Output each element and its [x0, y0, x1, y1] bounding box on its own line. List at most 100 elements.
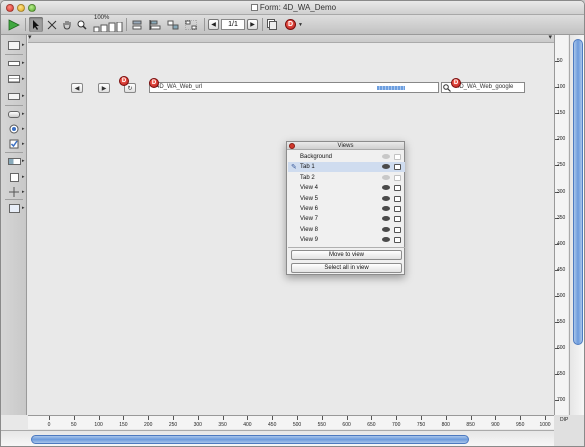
- hand-tool-button[interactable]: [60, 17, 73, 32]
- visibility-eye-icon[interactable]: [382, 154, 390, 159]
- ruler-label: 450: [557, 266, 566, 273]
- vertical-scrollbar[interactable]: [569, 35, 584, 415]
- vertical-scroll-thumb[interactable]: [573, 39, 583, 345]
- palette-field-arrow-icon[interactable]: ▸: [22, 60, 25, 66]
- lock-icon[interactable]: [394, 195, 401, 202]
- palette-button-arrow-icon[interactable]: ▸: [22, 111, 25, 117]
- next-page-button[interactable]: ▶: [247, 19, 258, 30]
- lock-icon[interactable]: [394, 216, 401, 223]
- palette-list-arrow-icon[interactable]: ▸: [22, 76, 25, 82]
- palette-text-arrow-icon[interactable]: ▸: [22, 42, 25, 48]
- view-row[interactable]: Background: [288, 152, 405, 162]
- view-row[interactable]: View 4: [288, 183, 405, 193]
- palette-field-tool[interactable]: [5, 57, 23, 69]
- ruler-label: 1000: [539, 422, 551, 428]
- palette-radio-tool[interactable]: [5, 123, 23, 135]
- group-button[interactable]: [183, 17, 199, 32]
- views-palette: Views Background ✎ Tab 1 Tab 2 View 4 View 5V…: [286, 141, 405, 275]
- lock-icon[interactable]: [394, 206, 401, 212]
- method-badge-google: D: [451, 78, 461, 88]
- ruler-label: 350: [557, 214, 566, 221]
- toolbar: 100% ◀ 1/1 ▶ D ▼: [1, 15, 584, 35]
- palette-rect-tool[interactable]: [5, 171, 23, 183]
- horizontal-scrollbar[interactable]: [1, 430, 569, 446]
- ruler-label: 600: [342, 422, 351, 428]
- palette-checkbox-arrow-icon[interactable]: ▸: [22, 141, 25, 147]
- view-row[interactable]: View 8: [288, 225, 405, 235]
- lock-icon[interactable]: [394, 185, 401, 192]
- ruler-label: 750: [416, 422, 426, 428]
- palette-button-tool[interactable]: [5, 108, 23, 120]
- visibility-eye-icon[interactable]: [382, 237, 390, 243]
- view-row[interactable]: View 5: [288, 194, 405, 204]
- lock-icon[interactable]: [394, 237, 401, 244]
- palette-checkbox-tool[interactable]: [5, 138, 23, 150]
- palette-combo-tool[interactable]: [5, 90, 23, 102]
- move-to-view-button[interactable]: Move to view: [291, 250, 402, 260]
- layer-button[interactable]: [129, 17, 145, 32]
- view-row[interactable]: View 6: [288, 204, 405, 214]
- align-button[interactable]: [147, 17, 163, 32]
- lock-icon[interactable]: [394, 226, 401, 233]
- back-button[interactable]: ◀: [71, 83, 83, 93]
- zoom-levels[interactable]: [93, 21, 123, 32]
- checkbox-icon: [9, 139, 19, 149]
- palette-tab-tool[interactable]: [5, 155, 23, 167]
- ruler-tick: [98, 416, 100, 420]
- object-methods-button[interactable]: D ▼: [283, 17, 305, 32]
- distribute-icon: [167, 20, 179, 29]
- forward-button[interactable]: ▶: [98, 83, 110, 93]
- palette-plugin-tool[interactable]: [5, 202, 23, 214]
- ruler-label: 650: [367, 422, 376, 428]
- palette-combo-arrow-icon[interactable]: ▸: [22, 93, 25, 99]
- entry-order-button[interactable]: [45, 17, 58, 32]
- ruler-tick: [123, 416, 125, 420]
- visibility-eye-icon[interactable]: [382, 195, 390, 201]
- view-row[interactable]: View 7: [288, 214, 405, 224]
- palette-list-tool[interactable]: [5, 73, 23, 85]
- palette-plugin-arrow-icon[interactable]: ▸: [22, 205, 25, 211]
- palette-tab-arrow-icon[interactable]: ▸: [22, 158, 25, 164]
- palette-rect-arrow-icon[interactable]: ▸: [22, 174, 25, 180]
- ruler-label: 500: [292, 422, 302, 428]
- visibility-eye-icon[interactable]: [382, 185, 390, 191]
- page-navigator: ◀ 1/1 ▶: [208, 18, 258, 31]
- lock-icon[interactable]: [394, 154, 401, 160]
- play-icon: [8, 18, 20, 31]
- visibility-eye-icon[interactable]: [382, 164, 390, 170]
- visibility-eye-icon[interactable]: [382, 174, 390, 180]
- action-badge-icon: D: [285, 19, 297, 30]
- palette-line-tool[interactable]: [5, 186, 23, 198]
- form-icon: [250, 4, 258, 11]
- select-all-in-view-button[interactable]: Select all in view: [291, 263, 402, 273]
- distribute-button[interactable]: [165, 17, 181, 32]
- visibility-eye-icon[interactable]: [382, 206, 390, 211]
- views-title-bar: Views: [287, 142, 404, 150]
- views-icon: [267, 19, 277, 30]
- ruler-label: 400: [557, 240, 566, 247]
- lock-icon[interactable]: [394, 164, 401, 171]
- line-icon: [9, 187, 19, 197]
- views-close-button[interactable]: [289, 143, 295, 149]
- ruler-unit-label: DIP: [560, 417, 569, 423]
- page-field[interactable]: 1/1: [221, 19, 245, 30]
- visibility-eye-icon[interactable]: [382, 226, 390, 232]
- palette-text-tool[interactable]: [5, 39, 23, 51]
- lock-icon[interactable]: [394, 174, 401, 181]
- search-icon: [443, 84, 451, 92]
- arrow-tool-button[interactable]: [29, 17, 43, 32]
- horizontal-scroll-thumb[interactable]: [31, 435, 469, 444]
- palette-radio-arrow-icon[interactable]: ▸: [22, 126, 25, 132]
- view-row[interactable]: ✎ Tab 1: [288, 162, 405, 173]
- view-row[interactable]: View 9: [288, 235, 405, 245]
- run-form-button[interactable]: [6, 17, 22, 32]
- views-palette-button[interactable]: [265, 17, 279, 32]
- previous-page-button[interactable]: ◀: [208, 19, 219, 30]
- palette-line-arrow-icon[interactable]: ▸: [22, 189, 25, 195]
- view-row[interactable]: Tab 2: [288, 173, 405, 183]
- ruler-label: 0: [47, 422, 51, 428]
- zoom-tool-button[interactable]: [75, 17, 88, 32]
- magnifier-icon: [77, 20, 87, 30]
- pointer-icon: [33, 19, 39, 30]
- visibility-eye-icon[interactable]: [382, 216, 390, 222]
